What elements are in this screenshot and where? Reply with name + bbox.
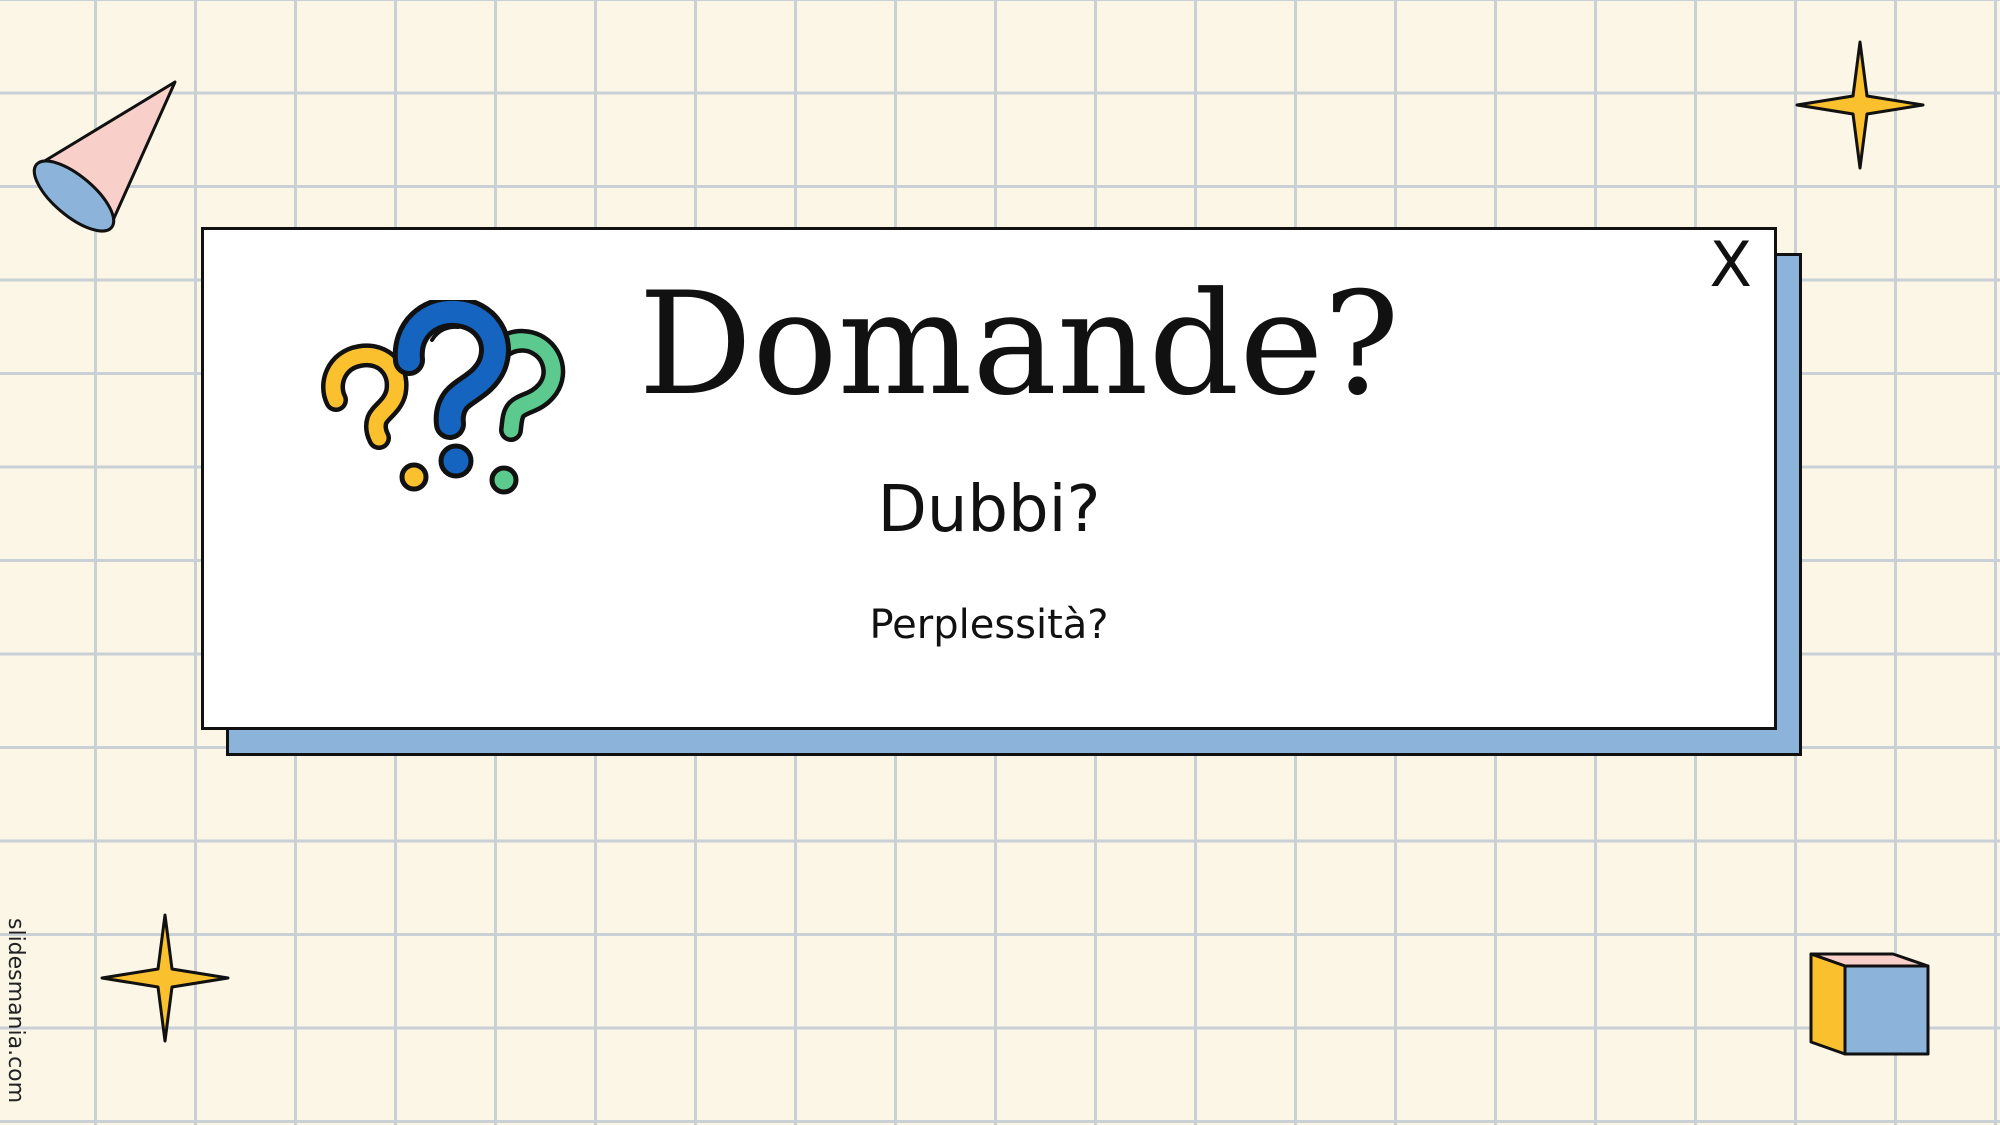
sparkle-icon — [100, 913, 230, 1043]
title-text: Domande? — [638, 262, 1400, 427]
watermark-text: slidesmania.com — [3, 918, 28, 1104]
sparkle-icon — [1795, 40, 1925, 170]
cube-icon — [1809, 952, 1930, 1056]
question-window: X Domande? Dubbi? Perplessità? — [201, 227, 1777, 730]
secondary-subtitle: Perplessità? — [869, 602, 1109, 648]
watermark: slidesmania.com — [3, 918, 29, 1108]
subtitle: Dubbi? — [877, 473, 1101, 547]
cone-icon — [32, 80, 177, 233]
page-title: Domande? — [204, 260, 1774, 430]
